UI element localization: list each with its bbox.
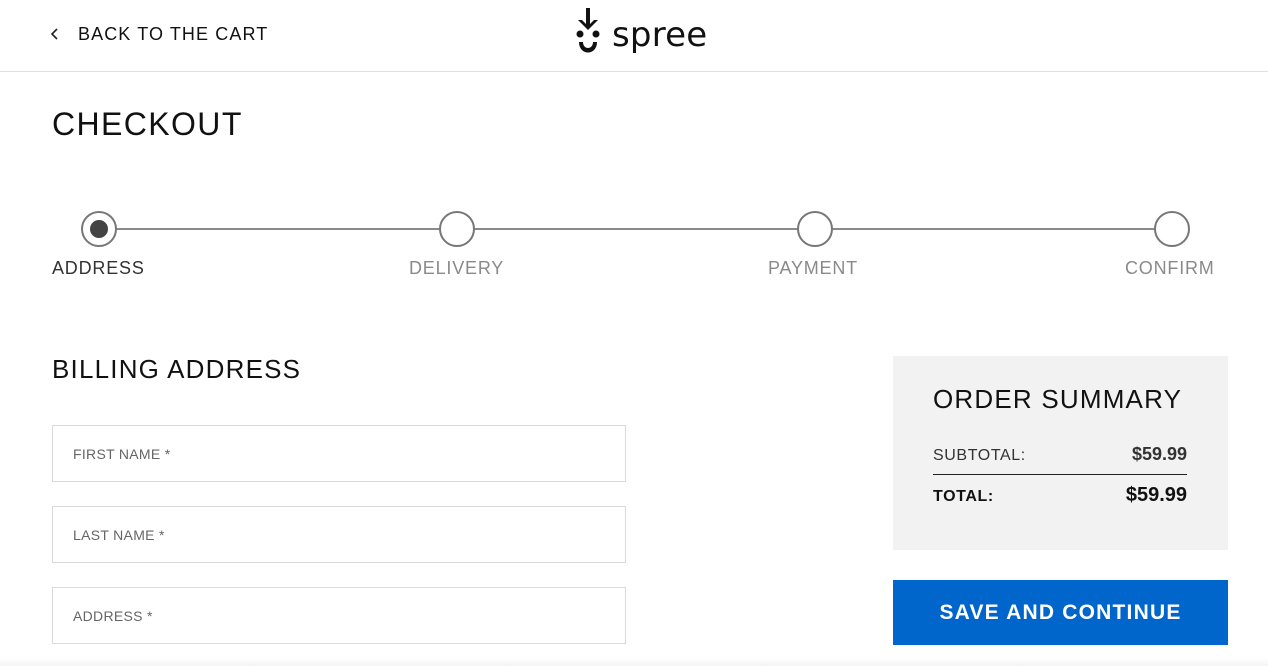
step-delivery-indicator: [439, 211, 475, 247]
step-address-indicator: [81, 211, 117, 247]
total-row: TOTAL: $59.99: [933, 484, 1187, 507]
total-label: TOTAL:: [933, 488, 994, 505]
back-to-cart-label: BACK TO THE CART: [78, 23, 269, 44]
subtotal-value: $59.99: [1131, 444, 1187, 464]
chevron-left-icon: [50, 27, 60, 41]
checkout-stepper: ADDRESS DELIVERY PAYMENT CONFIRM: [52, 210, 1222, 290]
site-header: BACK TO THE CART spree: [0, 0, 1268, 72]
address-input[interactable]: [53, 588, 625, 643]
order-summary: ORDER SUMMARY SUBTOTAL: $59.99 TOTAL: $5…: [893, 356, 1228, 550]
first-name-field: [52, 425, 626, 482]
step-payment-label: PAYMENT: [768, 258, 858, 278]
logo-text: spree: [612, 15, 708, 55]
stepper-line: [98, 228, 1172, 230]
last-name-field: [52, 506, 626, 563]
spree-logo-icon: [572, 7, 604, 63]
summary-divider: [933, 474, 1187, 475]
step-address-label: ADDRESS: [52, 258, 145, 278]
spree-logo[interactable]: spree: [572, 7, 707, 63]
last-name-input[interactable]: [53, 507, 625, 562]
billing-address-title: BILLING ADDRESS: [52, 354, 302, 384]
save-and-continue-button[interactable]: SAVE AND CONTINUE: [893, 580, 1228, 645]
step-confirm-indicator: [1154, 211, 1190, 247]
page-bottom-edge: [0, 658, 1268, 666]
first-name-input[interactable]: [53, 426, 625, 481]
step-delivery-label: DELIVERY: [409, 258, 505, 278]
subtotal-row: SUBTOTAL: $59.99: [933, 444, 1187, 465]
step-confirm-label: CONFIRM: [1125, 258, 1215, 278]
page-title: CHECKOUT: [52, 106, 243, 142]
total-value: $59.99: [1125, 484, 1187, 506]
address-field: [52, 587, 626, 644]
order-summary-title: ORDER SUMMARY: [933, 384, 1183, 414]
subtotal-label: SUBTOTAL:: [933, 447, 1026, 464]
step-payment-indicator: [797, 211, 833, 247]
back-to-cart-link[interactable]: BACK TO THE CART: [50, 20, 268, 48]
